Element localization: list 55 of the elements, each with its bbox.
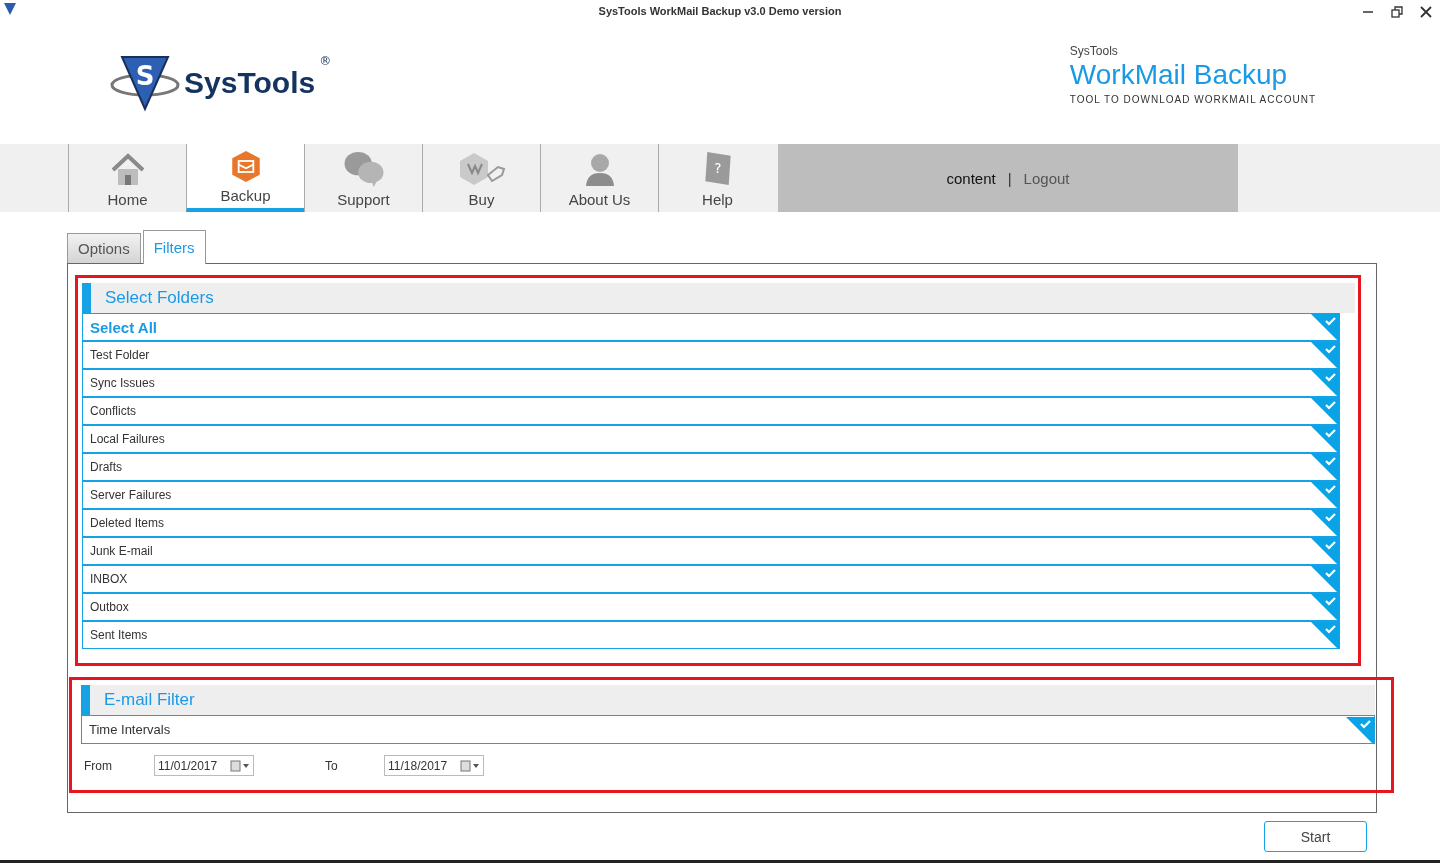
folder-name: Junk E-mail	[90, 544, 153, 558]
checkbox[interactable]	[1311, 370, 1339, 396]
from-date-field[interactable]: 11/01/2017	[154, 755, 254, 776]
nav-tab[interactable]: Buy	[422, 144, 540, 212]
folder-name: Local Failures	[90, 432, 165, 446]
tab[interactable]: Options	[67, 233, 141, 263]
checkbox[interactable]	[1311, 314, 1339, 340]
start-button[interactable]: Start	[1264, 821, 1367, 852]
checkbox[interactable]	[1311, 622, 1339, 648]
folder-name: Conflicts	[90, 404, 136, 418]
restore-icon[interactable]	[1391, 6, 1403, 18]
folder-name: Test Folder	[90, 348, 150, 362]
folder-name: Outbox	[90, 600, 129, 614]
folder-name: Drafts	[90, 460, 122, 474]
nav-tab[interactable]: Support	[304, 144, 422, 212]
user-name: content	[946, 169, 996, 187]
to-date-field[interactable]: 11/18/2017	[384, 755, 484, 776]
folder-name: Deleted Items	[90, 516, 165, 530]
checkbox[interactable]	[1311, 566, 1339, 592]
vendor-name: SysTools	[1069, 44, 1119, 58]
logo-text: SysTools	[184, 66, 316, 100]
window-title: SysTools WorkMail Backup v3.0 Demo version	[598, 5, 842, 17]
folder-name: Sync Issues	[90, 376, 155, 390]
calendar-dropdown-icon[interactable]	[460, 759, 480, 772]
to-label: To	[325, 758, 339, 773]
checkbox[interactable]	[1311, 538, 1339, 564]
folder-name: Sent Items	[90, 628, 148, 642]
checkbox[interactable]	[1311, 398, 1339, 424]
folder-name: INBOX	[90, 572, 128, 586]
checkbox[interactable]	[1311, 594, 1339, 620]
folder-name: Server Failures	[90, 488, 172, 502]
close-icon[interactable]	[1420, 6, 1432, 18]
select-all-label: Select All	[90, 318, 157, 336]
product-name: WorkMail Backup	[1069, 58, 1289, 92]
product-tagline: TOOL TO DOWNLOAD WORKMAIL ACCOUNT	[1069, 94, 1316, 105]
checkbox[interactable]	[1346, 716, 1374, 743]
calendar-dropdown-icon[interactable]	[230, 759, 250, 772]
time-intervals-label: Time Intervals	[89, 722, 171, 737]
section-header: E-mail Filter	[81, 685, 1375, 715]
checkbox[interactable]	[1311, 426, 1339, 452]
nav-tab[interactable]: About Us	[540, 144, 658, 212]
checkbox[interactable]	[1311, 342, 1339, 368]
checkbox[interactable]	[1311, 454, 1339, 480]
logout-link[interactable]: Logout	[1023, 169, 1070, 187]
house-icon	[109, 153, 146, 187]
nav-tab[interactable]: Backup	[186, 144, 304, 212]
price-tag-icon	[457, 151, 506, 187]
section-header: Select Folders	[82, 283, 1355, 313]
registered-mark: ®	[319, 54, 332, 68]
separator: |	[1007, 169, 1012, 187]
from-label: From	[84, 758, 113, 773]
shield-icon	[3, 2, 17, 16]
checkbox[interactable]	[1311, 510, 1339, 536]
nav-tab[interactable]: ? Help	[658, 144, 776, 212]
checkbox[interactable]	[1311, 482, 1339, 508]
